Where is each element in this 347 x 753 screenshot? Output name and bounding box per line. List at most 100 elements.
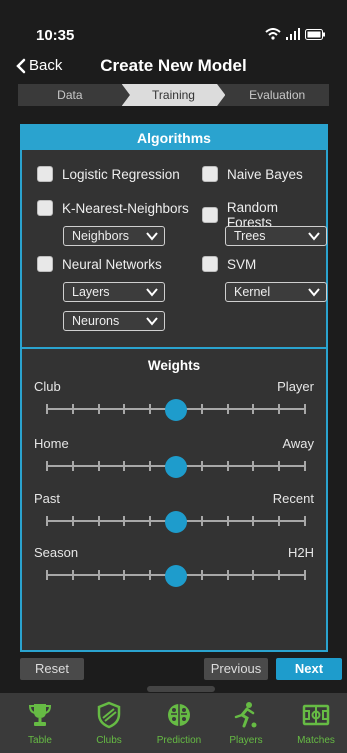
slider-tick xyxy=(278,404,281,414)
trees-dropdown[interactable]: Trees xyxy=(225,226,327,246)
tab-matches[interactable]: Matches xyxy=(283,701,347,746)
slider-tick xyxy=(97,570,100,580)
neurons-dropdown[interactable]: Neurons xyxy=(63,311,165,331)
slider-tick xyxy=(46,461,48,471)
dropdown-value: Trees xyxy=(234,229,266,243)
checkbox-label: Logistic Regression xyxy=(62,166,180,182)
checkbox-label: K-Nearest-Neighbors xyxy=(62,200,189,216)
slider-tick xyxy=(71,570,74,580)
dropdown-value: Neurons xyxy=(72,314,120,328)
checkbox-box[interactable] xyxy=(37,166,53,182)
checkbox-box[interactable] xyxy=(37,256,53,272)
checkbox-box[interactable] xyxy=(202,166,218,182)
slider-tick xyxy=(304,461,306,471)
checkbox-label: SVM xyxy=(227,256,257,272)
weight-slider[interactable] xyxy=(46,565,306,587)
slider-tick xyxy=(46,570,48,580)
slider-thumb[interactable] xyxy=(165,565,187,587)
reset-button[interactable]: Reset xyxy=(20,658,84,680)
neighbors-dropdown[interactable]: Neighbors xyxy=(63,226,165,246)
drag-handle[interactable] xyxy=(147,686,215,692)
checkbox-box[interactable] xyxy=(202,256,218,272)
slider-tick xyxy=(226,461,229,471)
chevron-left-icon xyxy=(16,58,26,73)
slider-thumb[interactable] xyxy=(165,456,187,478)
kernel-dropdown[interactable]: Kernel xyxy=(225,282,327,302)
slider-tick xyxy=(226,570,229,580)
step-evaluation[interactable]: Evaluation xyxy=(225,84,329,106)
battery-icon xyxy=(305,28,325,40)
slider-tick xyxy=(123,516,126,526)
slider-tick xyxy=(97,516,100,526)
tab-table[interactable]: Table xyxy=(7,701,73,746)
weight-slider[interactable] xyxy=(46,511,306,533)
slider-tick xyxy=(149,404,152,414)
weight-slider[interactable] xyxy=(46,456,306,478)
brain-icon xyxy=(168,704,190,726)
step-data[interactable]: Data xyxy=(18,84,122,106)
back-button[interactable]: Back xyxy=(16,57,62,74)
slider-thumb[interactable] xyxy=(165,399,187,421)
chevron-down-icon xyxy=(146,288,158,297)
slider-tick xyxy=(71,516,74,526)
slider-tick xyxy=(278,516,281,526)
checkbox-box[interactable] xyxy=(202,207,218,223)
slider-tick xyxy=(46,516,48,526)
layers-dropdown[interactable]: Layers xyxy=(63,282,165,302)
step-indicator: Data Training Evaluation xyxy=(18,84,329,106)
slider-left-label: Past xyxy=(34,491,61,506)
status-icons xyxy=(265,28,325,40)
bottom-tab-bar: Table Clubs Prediction Players Matches xyxy=(0,693,347,753)
slider-thumb[interactable] xyxy=(165,511,187,533)
slider-tick xyxy=(97,461,100,471)
tab-clubs[interactable]: Clubs xyxy=(76,701,142,746)
back-label: Back xyxy=(29,57,63,74)
pitch-icon xyxy=(302,704,330,726)
slider-tick xyxy=(252,404,255,414)
status-bar: 10:35 xyxy=(0,0,347,52)
wifi-icon xyxy=(265,28,281,40)
dropdown-value: Layers xyxy=(72,285,110,299)
slider-tick xyxy=(71,461,74,471)
status-time: 10:35 xyxy=(36,27,75,44)
checkbox-logistic-regression[interactable]: Logistic Regression xyxy=(37,166,180,182)
model-config-panel: Algorithms Logistic Regression Naive Bay… xyxy=(20,124,328,652)
slider-tick xyxy=(252,570,255,580)
slider-tick xyxy=(123,461,126,471)
previous-button[interactable]: Previous xyxy=(204,658,268,680)
tab-label: Players xyxy=(229,735,263,746)
tab-label: Prediction xyxy=(156,735,202,746)
checkbox-box[interactable] xyxy=(37,200,53,216)
next-button[interactable]: Next xyxy=(276,658,342,680)
slider-tick xyxy=(278,461,281,471)
slider-tick xyxy=(226,404,229,414)
chevron-down-icon xyxy=(308,288,320,297)
tab-label: Matches xyxy=(297,735,335,746)
slider-tick xyxy=(149,461,152,471)
slider-tick xyxy=(200,461,203,471)
dropdown-value: Neighbors xyxy=(72,229,129,243)
player-kick-icon xyxy=(234,702,257,728)
checkbox-naive-bayes[interactable]: Naive Bayes xyxy=(202,166,303,182)
slider-right-label: H2H xyxy=(287,545,314,560)
tab-prediction[interactable]: Prediction xyxy=(146,701,212,746)
slider-right-label: Player xyxy=(277,379,314,394)
slider-tick xyxy=(226,516,229,526)
slider-tick xyxy=(304,516,306,526)
checkbox-k-nearest-neighbors[interactable]: K-Nearest-Neighbors xyxy=(37,200,189,216)
weight-slider[interactable] xyxy=(46,399,306,421)
tab-players[interactable]: Players xyxy=(213,701,279,746)
tab-label: Clubs xyxy=(96,735,122,746)
trophy-icon xyxy=(28,704,52,726)
slider-tick xyxy=(200,516,203,526)
slider-right-label: Away xyxy=(282,436,314,451)
chevron-down-icon xyxy=(146,317,158,326)
step-training[interactable]: Training xyxy=(121,84,226,106)
slider-left-label: Home xyxy=(34,436,69,451)
dropdown-value: Kernel xyxy=(234,285,271,299)
slider-tick xyxy=(97,404,100,414)
checkbox-neural-networks[interactable]: Neural Networks xyxy=(37,256,162,272)
checkbox-svm[interactable]: SVM xyxy=(202,256,256,272)
section-divider xyxy=(22,347,326,349)
slider-tick xyxy=(304,570,306,580)
